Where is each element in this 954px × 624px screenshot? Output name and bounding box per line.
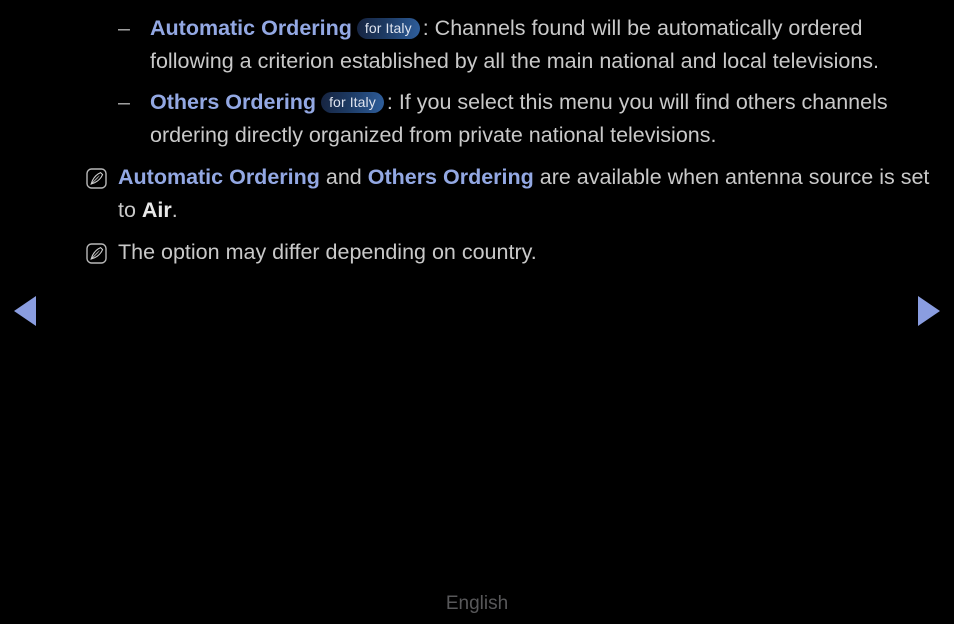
note-end-text: . [171,198,178,222]
note-text: The option may differ depending on count… [118,240,537,264]
bullet-dash-marker: – [118,90,130,114]
note-pencil-icon [86,166,107,189]
footer-language-label: English [445,593,509,614]
bullet-body: Others Ordering for Italy: If you select … [150,86,938,152]
note-body: Automatic Ordering and Others Ordering a… [118,161,946,227]
note-conjunction: and [319,165,368,189]
note-item-availability: Automatic Ordering and Others Ordering a… [86,161,946,227]
note-pencil-icon [86,241,107,264]
bullet-body: Automatic Ordering for Italy: Channels fo… [150,12,938,78]
keyword-automatic-ordering: Automatic Ordering [150,16,352,40]
for-italy-badge: for Italy [356,18,420,39]
note-item-country-difference: The option may differ depending on count… [86,236,946,269]
bullet-item-automatic-ordering: – Automatic Ordering for Italy: Channels … [118,12,938,78]
keyword-automatic-ordering: Automatic Ordering [118,165,320,189]
next-page-arrow[interactable] [918,296,940,326]
bullet-item-others-ordering: – Others Ordering for Italy: If you selec… [118,86,938,152]
bullet-dash-marker: – [118,16,130,40]
keyword-others-ordering: Others Ordering [367,165,534,189]
previous-page-arrow[interactable] [14,296,36,326]
keyword-others-ordering: Others Ordering [150,90,317,114]
manual-content: – Automatic Ordering for Italy: Channels … [0,0,954,280]
for-italy-badge: for Italy [321,92,384,113]
keyword-air: Air [141,198,172,222]
